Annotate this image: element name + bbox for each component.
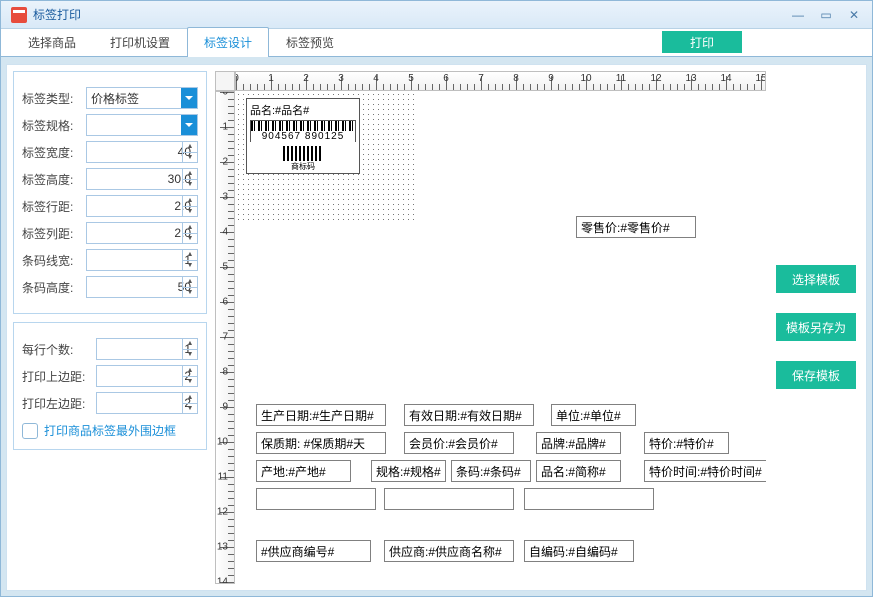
canvas-field[interactable] — [384, 488, 514, 510]
close-button[interactable]: ✕ — [840, 5, 868, 25]
top-margin-spin[interactable]: 2▲▼ — [96, 365, 198, 387]
canvas-field[interactable]: 生产日期:#生产日期# — [256, 404, 386, 426]
canvas-field[interactable]: 保质期: #保质期#天 — [256, 432, 386, 454]
spin-up-icon[interactable]: ▲ — [183, 366, 197, 377]
tab-select-product[interactable]: 选择商品 — [11, 27, 93, 57]
tab-label-design[interactable]: 标签设计 — [187, 27, 269, 57]
bar-height-spin[interactable]: 50▲▼ — [86, 276, 198, 298]
window-title: 标签打印 — [33, 6, 784, 23]
label-type-lab: 标签类型: — [22, 90, 86, 107]
canvas-field[interactable]: #供应商编号# — [256, 540, 371, 562]
spin-up-icon[interactable]: ▲ — [183, 393, 197, 404]
spin-up-icon[interactable]: ▲ — [183, 223, 197, 234]
canvas-field[interactable]: 产地:#产地# — [256, 460, 351, 482]
per-row-spin[interactable]: 1▲▼ — [96, 338, 198, 360]
minimize-button[interactable]: — — [784, 5, 812, 25]
label-spec-lab: 标签规格: — [22, 117, 86, 134]
label-height-lab: 标签高度: — [22, 171, 86, 188]
spin-up-icon[interactable]: ▲ — [183, 196, 197, 207]
canvas-field[interactable]: 单位:#单位# — [551, 404, 636, 426]
maximize-button[interactable]: ▭ — [812, 5, 840, 25]
save-template-button[interactable]: 保存模板 — [776, 361, 856, 389]
canvas-field[interactable]: 特价时间:#特价时间# — [644, 460, 766, 482]
row-gap-spin[interactable]: 2.0▲▼ — [86, 195, 198, 217]
ruler-horizontal: 012345678910111213141516 — [235, 71, 766, 91]
save-template-as-button[interactable]: 模板另存为 — [776, 313, 856, 341]
bar-linew-lab: 条码线宽: — [22, 252, 86, 269]
tab-label-preview[interactable]: 标签预览 — [269, 27, 351, 57]
chevron-down-icon[interactable] — [181, 115, 197, 135]
canvas-field[interactable]: 自编码:#自编码# — [524, 540, 634, 562]
top-margin-lab: 打印上边距: — [22, 368, 96, 385]
spin-up-icon[interactable]: ▲ — [183, 169, 197, 180]
tab-strip: 选择商品 打印机设置 标签设计 标签预览 打印 — [1, 29, 872, 57]
ruler-corner — [215, 71, 235, 91]
left-margin-lab: 打印左边距: — [22, 395, 96, 412]
spin-down-icon[interactable]: ▼ — [183, 153, 197, 163]
spin-down-icon[interactable]: ▼ — [183, 234, 197, 244]
spin-down-icon[interactable]: ▼ — [183, 180, 197, 190]
canvas-field[interactable]: 特价:#特价# — [644, 432, 729, 454]
label-width-lab: 标签宽度: — [22, 144, 86, 161]
left-margin-spin[interactable]: 2▲▼ — [96, 392, 198, 414]
outer-border-label: 打印商品标签最外围边框 — [44, 422, 176, 439]
barcode-large[interactable]: 904567 890125 — [250, 120, 356, 142]
canvas-field[interactable]: 规格:#规格# — [371, 460, 446, 482]
choose-template-button[interactable]: 选择模板 — [776, 265, 856, 293]
label-settings-panel: 标签类型:价格标签 标签规格: 标签宽度:40▲▼ 标签高度:30.0▲▼ 标签… — [13, 71, 207, 314]
print-settings-panel: 每行个数:1▲▼ 打印上边距:2▲▼ 打印左边距:2▲▼ 打印商品标签最外围边框 — [13, 322, 207, 450]
ruler-vertical: 01234567891011121314 — [215, 91, 235, 584]
print-button[interactable]: 打印 — [662, 31, 742, 53]
spin-up-icon[interactable]: ▲ — [183, 250, 197, 261]
label-width-spin[interactable]: 40▲▼ — [86, 141, 198, 163]
label-spec-combo[interactable] — [86, 114, 198, 136]
col-gap-lab: 标签列距: — [22, 225, 86, 242]
label-bounds: 品名:#品名# 904567 890125 商标码 — [236, 92, 414, 224]
canvas-field[interactable] — [256, 488, 376, 510]
tab-printer-settings[interactable]: 打印机设置 — [93, 27, 187, 57]
canvas-field[interactable] — [524, 488, 654, 510]
canvas-field[interactable]: 条码:#条码# — [451, 460, 531, 482]
titlebar: 标签打印 — ▭ ✕ — [1, 1, 872, 29]
spin-down-icon[interactable]: ▼ — [183, 377, 197, 387]
label-height-spin[interactable]: 30.0▲▼ — [86, 168, 198, 190]
spin-down-icon[interactable]: ▼ — [183, 350, 197, 360]
canvas-field[interactable]: 品牌:#品牌# — [536, 432, 621, 454]
bar-height-lab: 条码高度: — [22, 279, 86, 296]
label-type-combo[interactable]: 价格标签 — [86, 87, 198, 109]
canvas-field[interactable]: 供应商:#供应商名称# — [384, 540, 514, 562]
spin-up-icon[interactable]: ▲ — [183, 277, 197, 288]
design-canvas[interactable]: 品名:#品名# 904567 890125 商标码 零售价:#零售价# 生产日期:… — [236, 92, 766, 584]
canvas-field[interactable]: 品名:#简称# — [536, 460, 621, 482]
spin-up-icon[interactable]: ▲ — [183, 142, 197, 153]
spin-up-icon[interactable]: ▲ — [183, 339, 197, 350]
canvas-field[interactable]: 会员价:#会员价# — [404, 432, 514, 454]
spin-down-icon[interactable]: ▼ — [183, 261, 197, 271]
spin-down-icon[interactable]: ▼ — [183, 288, 197, 298]
row-gap-lab: 标签行距: — [22, 198, 86, 215]
bar-linew-spin[interactable]: 1▲▼ — [86, 249, 198, 271]
app-icon — [11, 7, 27, 23]
col-gap-spin[interactable]: 2.0▲▼ — [86, 222, 198, 244]
outer-border-checkbox[interactable] — [22, 423, 38, 439]
spin-down-icon[interactable]: ▼ — [183, 207, 197, 217]
spin-down-icon[interactable]: ▼ — [183, 404, 197, 414]
barcode-small[interactable]: 商标码 — [283, 146, 323, 170]
canvas-field[interactable]: 有效日期:#有效日期# — [404, 404, 534, 426]
per-row-lab: 每行个数: — [22, 341, 96, 358]
chevron-down-icon[interactable] — [181, 88, 197, 108]
label-preview[interactable]: 品名:#品名# 904567 890125 商标码 — [246, 98, 360, 174]
canvas-field[interactable]: 零售价:#零售价# — [576, 216, 696, 238]
product-name-field[interactable]: 品名:#品名# — [250, 102, 356, 118]
